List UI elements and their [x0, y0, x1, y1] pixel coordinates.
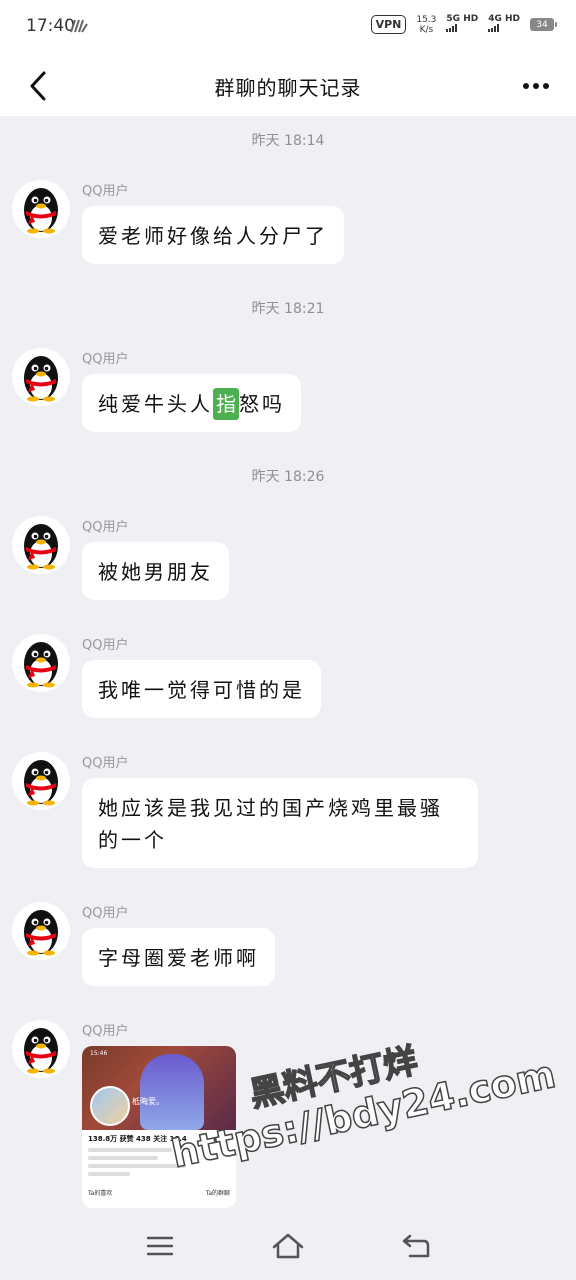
image-figure — [140, 1054, 204, 1130]
carrier-icon — [70, 19, 88, 36]
status-bar: 17:40 VPN 15.3 K/s 5G HD 4G HD 34 — [0, 0, 576, 56]
sender-name: QQ用户 — [82, 520, 129, 535]
avatar[interactable] — [12, 634, 70, 692]
avatar[interactable] — [12, 516, 70, 574]
sender-name: QQ用户 — [82, 638, 129, 653]
penguin-icon — [24, 910, 58, 956]
network-speed: 15.3 K/s — [416, 15, 436, 35]
message-text: 怒吗 — [239, 392, 285, 416]
sender-name: QQ用户 — [82, 184, 129, 199]
avatar[interactable] — [12, 1020, 70, 1078]
image-profile-avatar — [90, 1086, 130, 1126]
more-horizontal-icon — [523, 83, 529, 89]
sender-name: QQ用户 — [82, 906, 129, 921]
sender-name: QQ用户 — [82, 352, 129, 367]
message-bubble[interactable]: 她应该是我见过的国产烧鸡里最骚的一个 — [82, 778, 478, 868]
home-icon — [272, 1233, 304, 1259]
menu-icon — [147, 1236, 173, 1256]
image-time: 15:46 — [90, 1050, 108, 1057]
penguin-icon — [24, 356, 58, 402]
system-nav-bar — [0, 1212, 576, 1280]
battery-icon: 34 — [530, 18, 557, 31]
nav-bar: 群聊的聊天记录 — [0, 56, 576, 116]
status-indicators: VPN 15.3 K/s 5G HD 4G HD 34 — [370, 14, 557, 35]
highlighted-word: 指 — [213, 388, 239, 420]
penguin-icon — [24, 1028, 58, 1074]
page-title: 群聊的聊天记录 — [214, 76, 362, 100]
avatar[interactable] — [12, 180, 70, 238]
penguin-icon — [24, 760, 58, 806]
status-time: 17:40 — [26, 16, 75, 36]
sim1-label: 5G HD — [446, 14, 479, 24]
penguin-icon — [24, 188, 58, 234]
message-bubble[interactable]: 我唯一觉得可惜的是 — [82, 660, 321, 718]
timestamp: 昨天 18:26 — [251, 469, 325, 485]
speed-unit: K/s — [419, 24, 434, 35]
sim2-label: 4G HD — [488, 14, 520, 24]
sender-name: QQ用户 — [82, 1024, 129, 1039]
home-button[interactable] — [268, 1228, 308, 1264]
timestamp: 昨天 18:21 — [251, 301, 325, 317]
battery-level: 34 — [536, 19, 548, 30]
avatar[interactable] — [12, 348, 70, 406]
penguin-icon — [24, 524, 58, 570]
message-text: 纯爱牛头人 — [98, 392, 213, 416]
message-bubble[interactable]: 被她男朋友 — [82, 542, 229, 600]
image-profile-name: 柢晦爱。 — [132, 1097, 164, 1106]
image-link-likes: Ta的喜欢 — [88, 1190, 113, 1197]
penguin-icon — [24, 642, 58, 688]
sender-name: QQ用户 — [82, 756, 129, 771]
image-footer: Ta的喜欢 Ta的群聊 — [88, 1188, 230, 1197]
sim2-signal: 4G HD — [488, 14, 520, 35]
signal-bars-icon — [488, 24, 500, 32]
image-link-groups: Ta的群聊 — [205, 1190, 230, 1197]
timestamp: 昨天 18:14 — [251, 133, 325, 149]
avatar[interactable] — [12, 902, 70, 960]
speed-value: 15.3 — [416, 14, 437, 25]
more-button[interactable] — [518, 72, 554, 100]
sim1-signal: 5G HD — [446, 14, 478, 35]
nav-back-button[interactable] — [396, 1228, 436, 1264]
message-bubble[interactable]: 纯爱牛头人指怒吗 — [82, 374, 301, 432]
avatar[interactable] — [12, 752, 70, 810]
back-icon — [402, 1234, 430, 1258]
menu-button[interactable] — [140, 1228, 180, 1264]
vpn-badge: VPN — [370, 15, 407, 34]
signal-bars-icon — [446, 24, 458, 32]
message-bubble[interactable]: 爱老师好像给人分尸了 — [82, 206, 344, 264]
message-bubble[interactable]: 字母圈爱老师啊 — [82, 928, 275, 986]
